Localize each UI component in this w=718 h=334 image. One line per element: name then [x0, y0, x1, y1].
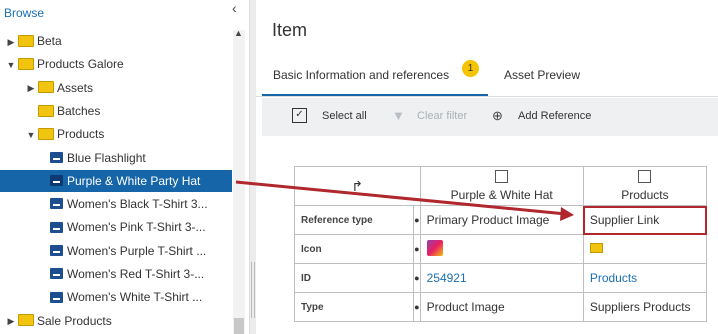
table-row: Reference type ● Primary Product Image S…	[293, 205, 708, 235]
references-table: ↱ Purple & White Hat Products Reference …	[293, 166, 708, 322]
column-header-label: Purple & White Hat	[450, 188, 553, 202]
column-checkbox[interactable]	[638, 170, 652, 183]
table-cell: Product Image	[419, 292, 584, 322]
tree-label: Sale Products	[37, 313, 112, 328]
product-item-icon	[50, 175, 63, 187]
folder-icon	[38, 104, 54, 117]
folder-icon	[18, 314, 34, 327]
table-cell: Primary Product Image	[419, 205, 584, 235]
tree-label: Purple & White Party Hat	[67, 173, 201, 188]
column-header-label: Products	[621, 188, 669, 202]
tree-scrollbar[interactable]	[233, 30, 245, 334]
folder-icon	[38, 81, 54, 94]
select-all-button[interactable]: Select all	[322, 110, 367, 122]
expand-right-icon[interactable]: ▶	[6, 31, 16, 52]
expand-down-icon[interactable]: ▼	[26, 124, 36, 145]
reference-toolbar: ✓ Select all ▼ Clear filter ⊕ Add Refere…	[262, 98, 718, 136]
tree-item[interactable]: Women's Red T-Shirt 3-...	[0, 263, 232, 285]
product-item-icon	[50, 268, 63, 280]
tree-label: Women's Purple T-Shirt ...	[67, 243, 207, 258]
product-item-icon	[50, 151, 63, 163]
highlighted-cell: Supplier Link	[582, 205, 708, 235]
expand-down-icon[interactable]: ▼	[6, 54, 16, 75]
tree-label: Products	[57, 127, 105, 142]
collapse-panel-icon[interactable]: ‹	[232, 0, 237, 16]
browse-title[interactable]: Browse	[4, 6, 44, 20]
tree-label: Women's Pink T-Shirt 3-...	[67, 220, 206, 235]
tree-label: Women's Black T-Shirt 3...	[67, 197, 208, 212]
product-item-icon	[50, 221, 63, 233]
scrollbar-thumb[interactable]	[234, 318, 244, 334]
tree-folder[interactable]: ▶ Assets	[0, 77, 232, 99]
tree-item[interactable]: Women's Black T-Shirt 3...	[0, 193, 232, 215]
row-label: Icon	[293, 234, 415, 264]
swap-arrow-icon[interactable]: ↱	[351, 178, 363, 194]
tabs-divider	[256, 96, 718, 97]
tree-folder[interactable]: ▶ Beta	[0, 30, 232, 52]
product-item-icon	[50, 245, 63, 257]
folder-icon	[589, 243, 603, 253]
page-title: Item	[272, 20, 308, 40]
tree-label: Products Galore	[37, 57, 124, 72]
tree-item[interactable]: Women's Purple T-Shirt ...	[0, 240, 232, 262]
clear-filter-button[interactable]: Clear filter	[417, 110, 467, 122]
tab-basic-information[interactable]: Basic Information and references	[273, 68, 449, 82]
row-label: Type	[293, 292, 415, 322]
tree-item[interactable]: Women's Pink T-Shirt 3-...	[0, 216, 232, 238]
tree-label: Women's Red T-Shirt 3-...	[67, 267, 205, 281]
expand-right-icon[interactable]: ▶	[26, 77, 36, 98]
tree-label: Blue Flashlight	[67, 150, 146, 165]
browse-panel: Browse ‹ ▶ Beta ▼ Products Galore ▶ Assets Bat…	[0, 0, 248, 334]
splitter-grip[interactable]	[251, 262, 255, 318]
table-cell: Suppliers Products	[582, 292, 708, 322]
product-item-icon	[50, 291, 63, 303]
column-header-products: Products	[582, 166, 708, 206]
table-row: Type ● Product Image Suppliers Products	[293, 292, 708, 322]
scroll-up-arrow-icon[interactable]: ▲	[234, 28, 243, 38]
add-reference-icon[interactable]: ⊕	[492, 108, 503, 124]
tree-item[interactable]: Blue Flashlight	[0, 147, 232, 169]
column-checkbox[interactable]	[495, 170, 509, 183]
tree-item[interactable]: Women's White T-Shirt ...	[0, 286, 232, 308]
select-all-icon[interactable]: ✓	[292, 108, 307, 123]
row-label: Reference type	[293, 205, 415, 235]
table-header-row: ↱ Purple & White Hat Products	[294, 166, 708, 206]
tree-item[interactable]: Purple & White Party Hat	[0, 169, 232, 192]
tree-folder[interactable]: ▼ Products	[0, 123, 232, 145]
tree-folder[interactable]: ▶ Sale Products	[0, 310, 232, 332]
row-label: ID	[293, 263, 415, 293]
add-reference-button[interactable]: Add Reference	[518, 110, 591, 122]
folder-icon	[38, 128, 54, 141]
folder-icon	[18, 58, 34, 71]
column-header-purple-white-hat: Purple & White Hat	[419, 166, 584, 206]
products-link[interactable]: Products	[582, 263, 708, 293]
tree-folder[interactable]: ▼ Products Galore	[0, 53, 232, 75]
folder-icon	[18, 34, 34, 47]
filter-icon: ▼	[392, 108, 405, 123]
expand-right-icon[interactable]: ▶	[6, 310, 16, 331]
tree-label: Assets	[57, 80, 94, 95]
id-link[interactable]: 254921	[419, 263, 584, 293]
tree-label: Beta	[37, 34, 62, 48]
product-item-icon	[50, 198, 63, 210]
table-row: ID ● 254921 Products	[293, 263, 708, 293]
tree-folder[interactable]: Batches	[0, 100, 232, 122]
tab-asset-preview[interactable]: Asset Preview	[504, 68, 580, 82]
tree-label: Batches	[57, 103, 101, 118]
tree-label: Women's White T-Shirt ...	[67, 290, 203, 305]
table-cell	[419, 234, 584, 264]
tab-count-badge: 1	[462, 60, 479, 77]
swap-cell: ↱	[294, 166, 421, 206]
table-row: Icon ●	[293, 234, 708, 264]
table-cell	[582, 234, 708, 264]
product-image-icon	[426, 239, 443, 256]
